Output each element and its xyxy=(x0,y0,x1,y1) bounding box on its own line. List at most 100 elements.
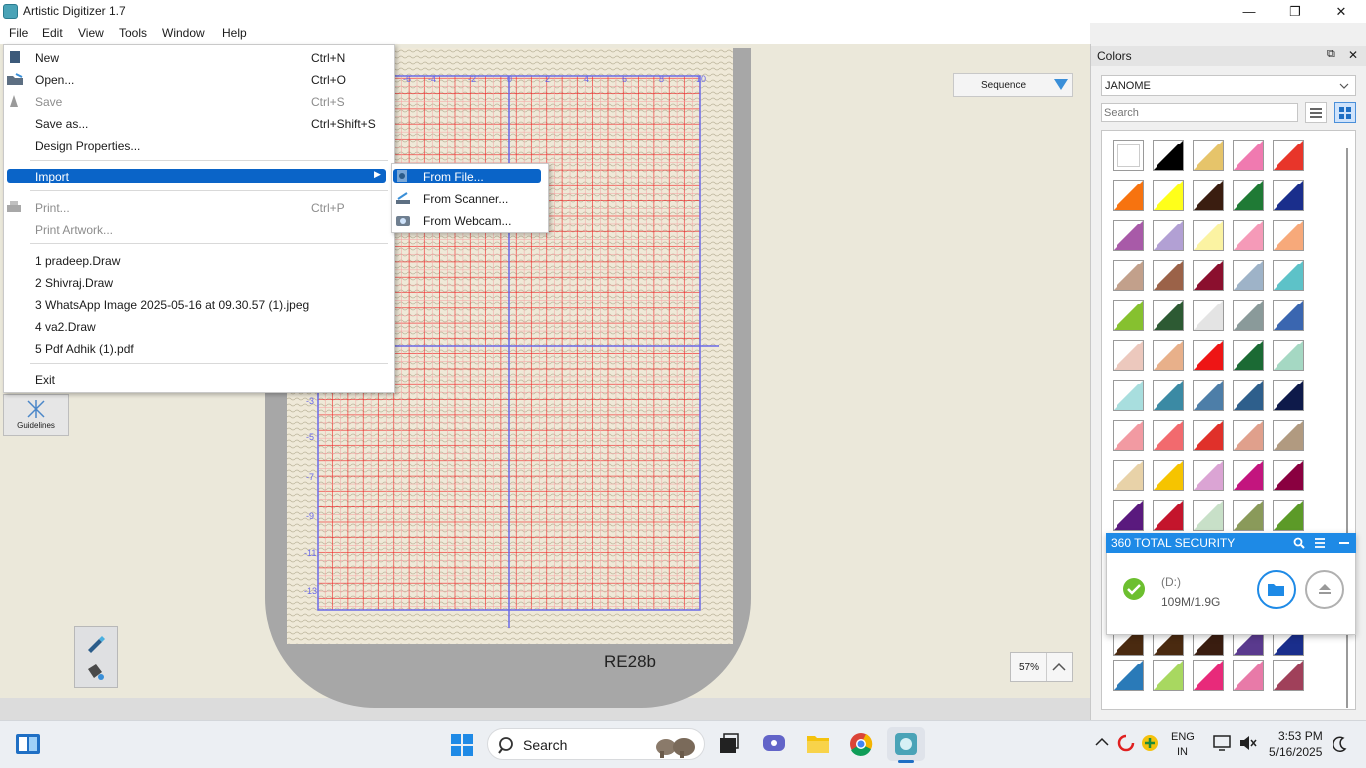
menu-file[interactable]: File xyxy=(9,26,28,40)
file-explorer-icon[interactable] xyxy=(806,732,830,754)
list-view-button[interactable] xyxy=(1305,102,1327,123)
language-region[interactable]: IN xyxy=(1177,746,1188,758)
volume-muted-icon[interactable] xyxy=(1239,735,1257,751)
minimize-button[interactable]: — xyxy=(1226,0,1272,23)
file-menu-open[interactable]: Open... xyxy=(35,73,74,87)
chevron-up-icon[interactable] xyxy=(1095,737,1109,747)
color-swatch[interactable] xyxy=(1233,660,1264,691)
file-menu-design-properties[interactable]: Design Properties... xyxy=(35,139,140,153)
import-from-scanner[interactable]: From Scanner... xyxy=(423,192,508,206)
color-swatch[interactable] xyxy=(1273,300,1304,331)
color-swatch[interactable] xyxy=(1193,380,1224,411)
menu-icon[interactable] xyxy=(1314,537,1326,549)
taskbar-app-digitizer[interactable] xyxy=(887,727,925,761)
widgets-icon[interactable] xyxy=(15,732,41,756)
thread-brand-select[interactable]: JANOME xyxy=(1101,75,1356,96)
color-swatch[interactable] xyxy=(1273,140,1304,171)
color-swatch[interactable] xyxy=(1233,180,1264,211)
color-swatch[interactable] xyxy=(1273,500,1304,531)
color-swatch[interactable] xyxy=(1193,260,1224,291)
color-swatch[interactable] xyxy=(1113,140,1144,171)
clock-date[interactable]: 5/16/2025 xyxy=(1269,745,1322,759)
recent-file-2[interactable]: 2 Shivraj.Draw xyxy=(35,276,113,290)
file-menu-import[interactable]: Import xyxy=(35,170,69,184)
color-swatch[interactable] xyxy=(1233,420,1264,451)
file-menu-save[interactable]: Save xyxy=(35,95,62,109)
color-swatch[interactable] xyxy=(1113,340,1144,371)
pen-tool-icon[interactable] xyxy=(85,633,105,653)
color-swatch[interactable] xyxy=(1113,380,1144,411)
close-icon[interactable]: ✕ xyxy=(1348,48,1358,62)
color-swatch[interactable] xyxy=(1233,260,1264,291)
color-swatch[interactable] xyxy=(1273,220,1304,251)
color-swatch[interactable] xyxy=(1233,140,1264,171)
color-swatch[interactable] xyxy=(1273,340,1304,371)
color-swatch[interactable] xyxy=(1113,420,1144,451)
color-swatch[interactable] xyxy=(1193,660,1224,691)
color-swatch[interactable] xyxy=(1233,380,1264,411)
color-swatch[interactable] xyxy=(1273,460,1304,491)
network-icon[interactable] xyxy=(1213,735,1231,751)
menu-view[interactable]: View xyxy=(78,26,104,40)
menu-window[interactable]: Window xyxy=(162,26,205,40)
color-swatch[interactable] xyxy=(1193,500,1224,531)
color-swatch[interactable] xyxy=(1193,220,1224,251)
color-swatch[interactable] xyxy=(1233,460,1264,491)
color-search-input[interactable] xyxy=(1101,103,1298,122)
color-swatch[interactable] xyxy=(1193,420,1224,451)
color-swatch[interactable] xyxy=(1193,140,1224,171)
menu-tools[interactable]: Tools xyxy=(119,26,147,40)
clock-time[interactable]: 3:53 PM xyxy=(1278,729,1323,743)
chat-icon[interactable] xyxy=(762,733,786,755)
language-code[interactable]: ENG xyxy=(1171,731,1195,743)
color-swatch[interactable] xyxy=(1193,340,1224,371)
file-menu-new[interactable]: New xyxy=(35,51,59,65)
taskbar-search[interactable]: Search xyxy=(487,728,705,760)
color-swatch[interactable] xyxy=(1113,260,1144,291)
color-swatch[interactable] xyxy=(1153,180,1184,211)
color-swatch[interactable] xyxy=(1153,340,1184,371)
menu-edit[interactable]: Edit xyxy=(42,26,63,40)
fill-tool-icon[interactable] xyxy=(85,661,105,681)
security-tray-icon[interactable] xyxy=(1117,734,1135,752)
color-swatch[interactable] xyxy=(1153,140,1184,171)
color-swatch[interactable] xyxy=(1273,180,1304,211)
color-swatch[interactable] xyxy=(1113,660,1144,691)
color-swatch[interactable] xyxy=(1113,500,1144,531)
color-swatch[interactable] xyxy=(1153,220,1184,251)
chevron-up-icon[interactable] xyxy=(1052,662,1066,672)
grid-view-button[interactable] xyxy=(1334,102,1356,123)
file-menu-save-as[interactable]: Save as... xyxy=(35,117,88,131)
color-swatch[interactable] xyxy=(1153,420,1184,451)
eject-button[interactable] xyxy=(1305,570,1344,609)
windows-start-icon[interactable] xyxy=(450,733,474,757)
color-swatch[interactable] xyxy=(1153,460,1184,491)
color-swatch[interactable] xyxy=(1153,300,1184,331)
search-icon[interactable] xyxy=(1293,537,1305,549)
color-swatch[interactable] xyxy=(1113,220,1144,251)
open-folder-button[interactable] xyxy=(1257,570,1296,609)
color-swatch[interactable] xyxy=(1153,380,1184,411)
maximize-button[interactable]: ❐ xyxy=(1272,0,1318,23)
chevron-down-icon[interactable] xyxy=(1054,79,1068,90)
file-menu-exit[interactable]: Exit xyxy=(35,373,55,387)
color-swatch[interactable] xyxy=(1233,340,1264,371)
minimize-icon[interactable] xyxy=(1338,537,1350,549)
color-swatch[interactable] xyxy=(1113,180,1144,211)
color-swatch[interactable] xyxy=(1273,260,1304,291)
close-button[interactable]: ✕ xyxy=(1318,0,1364,23)
notification-moon-icon[interactable] xyxy=(1333,736,1347,752)
color-swatch[interactable] xyxy=(1273,420,1304,451)
color-swatch[interactable] xyxy=(1193,180,1224,211)
color-swatch[interactable] xyxy=(1153,260,1184,291)
color-swatch[interactable] xyxy=(1153,660,1184,691)
color-swatch[interactable] xyxy=(1273,660,1304,691)
color-swatch[interactable] xyxy=(1233,300,1264,331)
color-swatch[interactable] xyxy=(1273,380,1304,411)
file-menu-print[interactable]: Print... xyxy=(35,201,70,215)
import-from-file[interactable]: From File... xyxy=(423,170,484,184)
color-swatch[interactable] xyxy=(1193,460,1224,491)
undock-icon[interactable]: ⧉ xyxy=(1327,48,1335,61)
chrome-icon[interactable] xyxy=(849,732,873,756)
zoom-control[interactable]: 57% xyxy=(1010,652,1073,682)
